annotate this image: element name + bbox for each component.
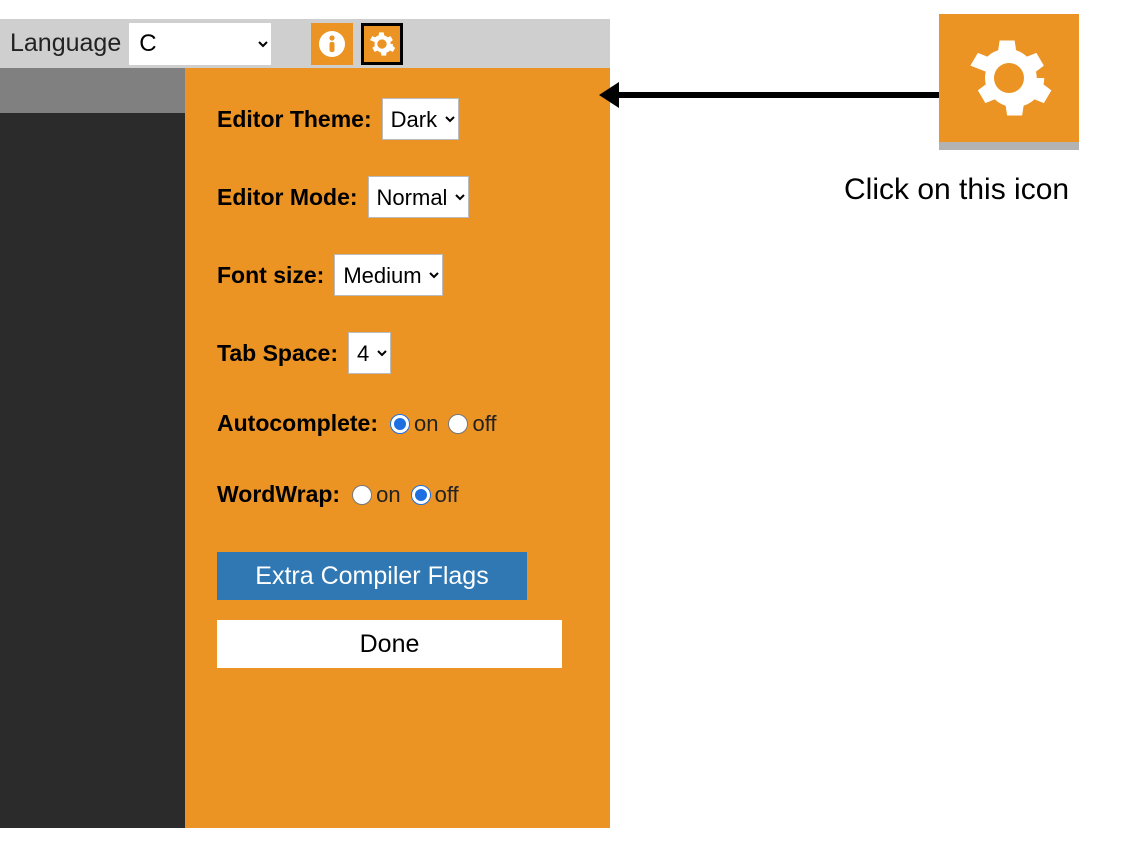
settings-popup: Editor Theme: Dark Editor Mode: Normal F… xyxy=(185,68,610,828)
font-size-label: Font size: xyxy=(217,262,324,289)
wordwrap-off-radio[interactable] xyxy=(411,485,431,505)
autocomplete-off-radio[interactable] xyxy=(448,414,468,434)
wordwrap-on-radio[interactable] xyxy=(352,485,372,505)
callout-gear-image xyxy=(939,14,1079,142)
editor-theme-select[interactable]: Dark xyxy=(382,98,459,140)
toolbar: Language C xyxy=(0,19,610,68)
gear-icon xyxy=(368,30,396,58)
tab-space-label: Tab Space: xyxy=(217,340,338,367)
autocomplete-on-radio[interactable] xyxy=(390,414,410,434)
autocomplete-off-text: off xyxy=(472,411,496,437)
wordwrap-label: WordWrap: xyxy=(217,481,340,508)
autocomplete-on-text: on xyxy=(414,411,438,437)
gear-icon xyxy=(964,33,1054,123)
info-icon xyxy=(318,30,346,58)
callout-text: Click on this icon xyxy=(844,173,1069,207)
language-select[interactable]: C xyxy=(129,23,271,65)
editor-mode-select[interactable]: Normal xyxy=(368,176,469,218)
autocomplete-label: Autocomplete: xyxy=(217,410,378,437)
tab-space-select[interactable]: 4 xyxy=(348,332,391,374)
font-size-select[interactable]: Medium xyxy=(334,254,443,296)
callout-arrow xyxy=(615,92,939,98)
language-label: Language xyxy=(10,29,121,58)
extra-compiler-flags-button[interactable]: Extra Compiler Flags xyxy=(217,552,527,600)
info-icon-button[interactable] xyxy=(311,23,353,65)
done-button[interactable]: Done xyxy=(217,620,562,668)
settings-icon-button[interactable] xyxy=(361,23,403,65)
wordwrap-off-text: off xyxy=(435,482,459,508)
wordwrap-on-text: on xyxy=(376,482,400,508)
editor-theme-label: Editor Theme: xyxy=(217,106,372,133)
editor-mode-label: Editor Mode: xyxy=(217,184,358,211)
